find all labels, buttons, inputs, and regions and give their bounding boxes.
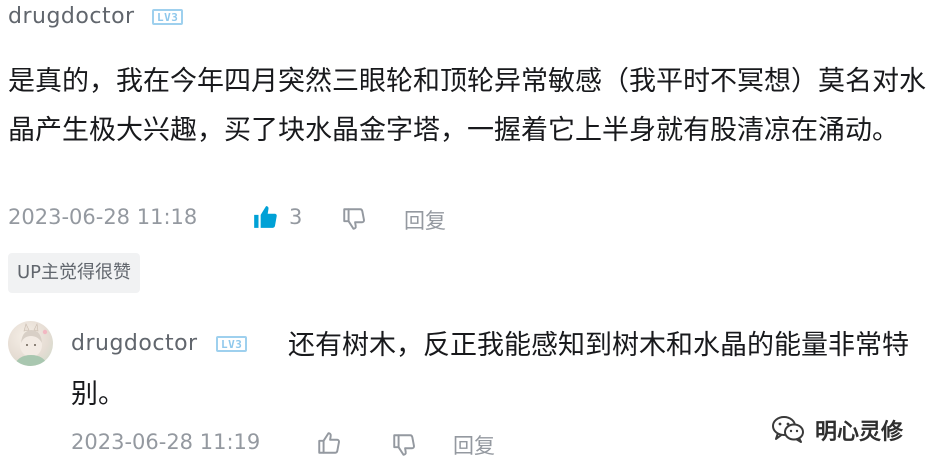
thumbs-up-icon[interactable] — [252, 204, 278, 234]
comment-text: 是真的，我在今年四月突然三眼轮和顶轮异常敏感（我平时不冥想）莫名对水晶产生极大兴… — [8, 66, 926, 146]
reply-text: 还有树木，反正我能感知到树木和水晶的能量非常特别。 — [71, 330, 909, 410]
up-liked-tag: UP主觉得很赞 — [8, 253, 141, 293]
avatar[interactable] — [8, 321, 53, 366]
thumbs-up-icon[interactable] — [316, 430, 342, 460]
reply-button[interactable]: 回复 — [453, 430, 495, 460]
comment-username[interactable]: drugdoctor — [8, 4, 135, 29]
reply-timestamp: 2023-06-28 11:19 — [71, 430, 261, 454]
thumbs-down-icon[interactable] — [341, 206, 367, 236]
like-count: 3 — [289, 205, 303, 229]
comment-timestamp: 2023-06-28 11:18 — [8, 205, 198, 229]
thumbs-down-icon[interactable] — [391, 432, 417, 462]
watermark-label: 明心灵修 — [815, 420, 904, 445]
level-badge: LV3 — [152, 9, 184, 25]
wechat-icon — [770, 414, 806, 448]
reply-button[interactable]: 回复 — [404, 205, 446, 235]
